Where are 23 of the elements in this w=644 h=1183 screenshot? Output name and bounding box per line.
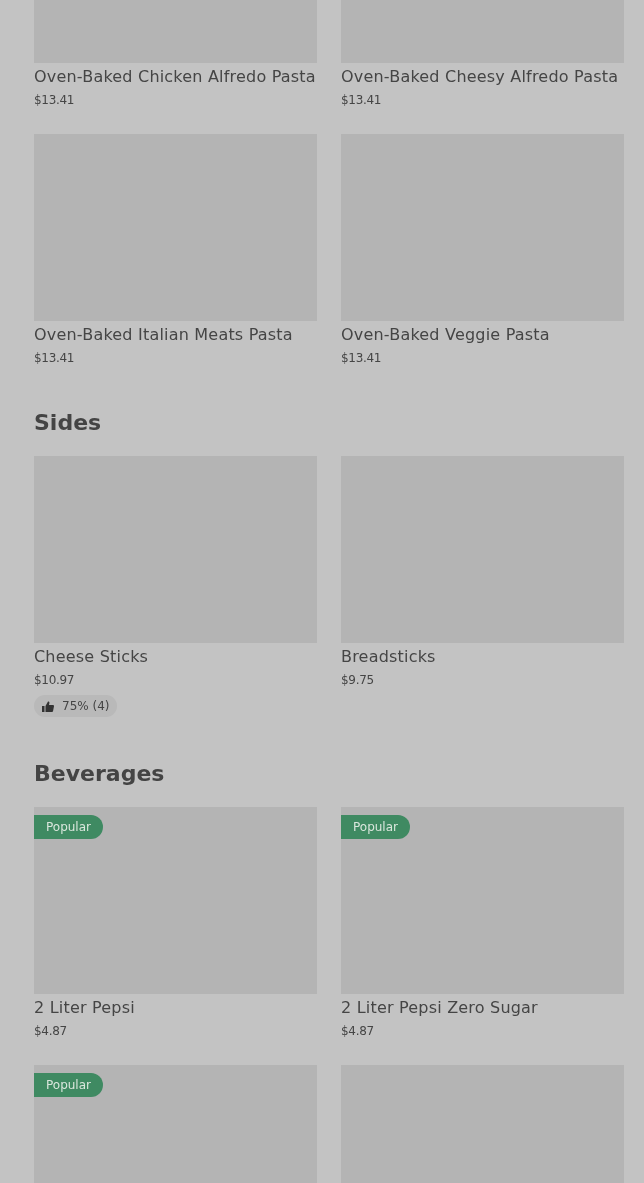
- popular-badge: Popular: [34, 815, 103, 839]
- popular-badge: Popular: [341, 815, 410, 839]
- item-price: $13.41: [34, 350, 76, 366]
- item-price: $10.97: [34, 672, 76, 688]
- item-name[interactable]: Oven-Baked Italian Meats Pasta: [34, 324, 317, 346]
- item-name[interactable]: 2 Liter Pepsi Zero Sugar: [341, 997, 624, 1019]
- item-name[interactable]: Oven-Baked Chicken Alfredo Pasta: [34, 66, 317, 88]
- item-name[interactable]: Oven-Baked Veggie Pasta: [341, 324, 624, 346]
- section-heading: Sides: [34, 410, 103, 436]
- item-price: $4.87: [34, 1023, 68, 1039]
- rating-badge: 75% (4): [34, 695, 118, 717]
- item-name[interactable]: Breadsticks: [341, 646, 624, 668]
- thumbs-up-icon: [42, 700, 54, 712]
- popular-badge: Popular: [34, 1073, 103, 1097]
- item-price: $4.87: [341, 1023, 375, 1039]
- item-price: $13.41: [34, 92, 76, 108]
- item-price: $13.41: [341, 350, 383, 366]
- section-heading: Beverages: [34, 761, 166, 787]
- item-name[interactable]: Oven-Baked Cheesy Alfredo Pasta: [341, 66, 624, 88]
- item-name[interactable]: 2 Liter Pepsi: [34, 997, 317, 1019]
- item-price: $9.75: [341, 672, 375, 688]
- item-name[interactable]: Cheese Sticks: [34, 646, 317, 668]
- item-price: $13.41: [341, 92, 383, 108]
